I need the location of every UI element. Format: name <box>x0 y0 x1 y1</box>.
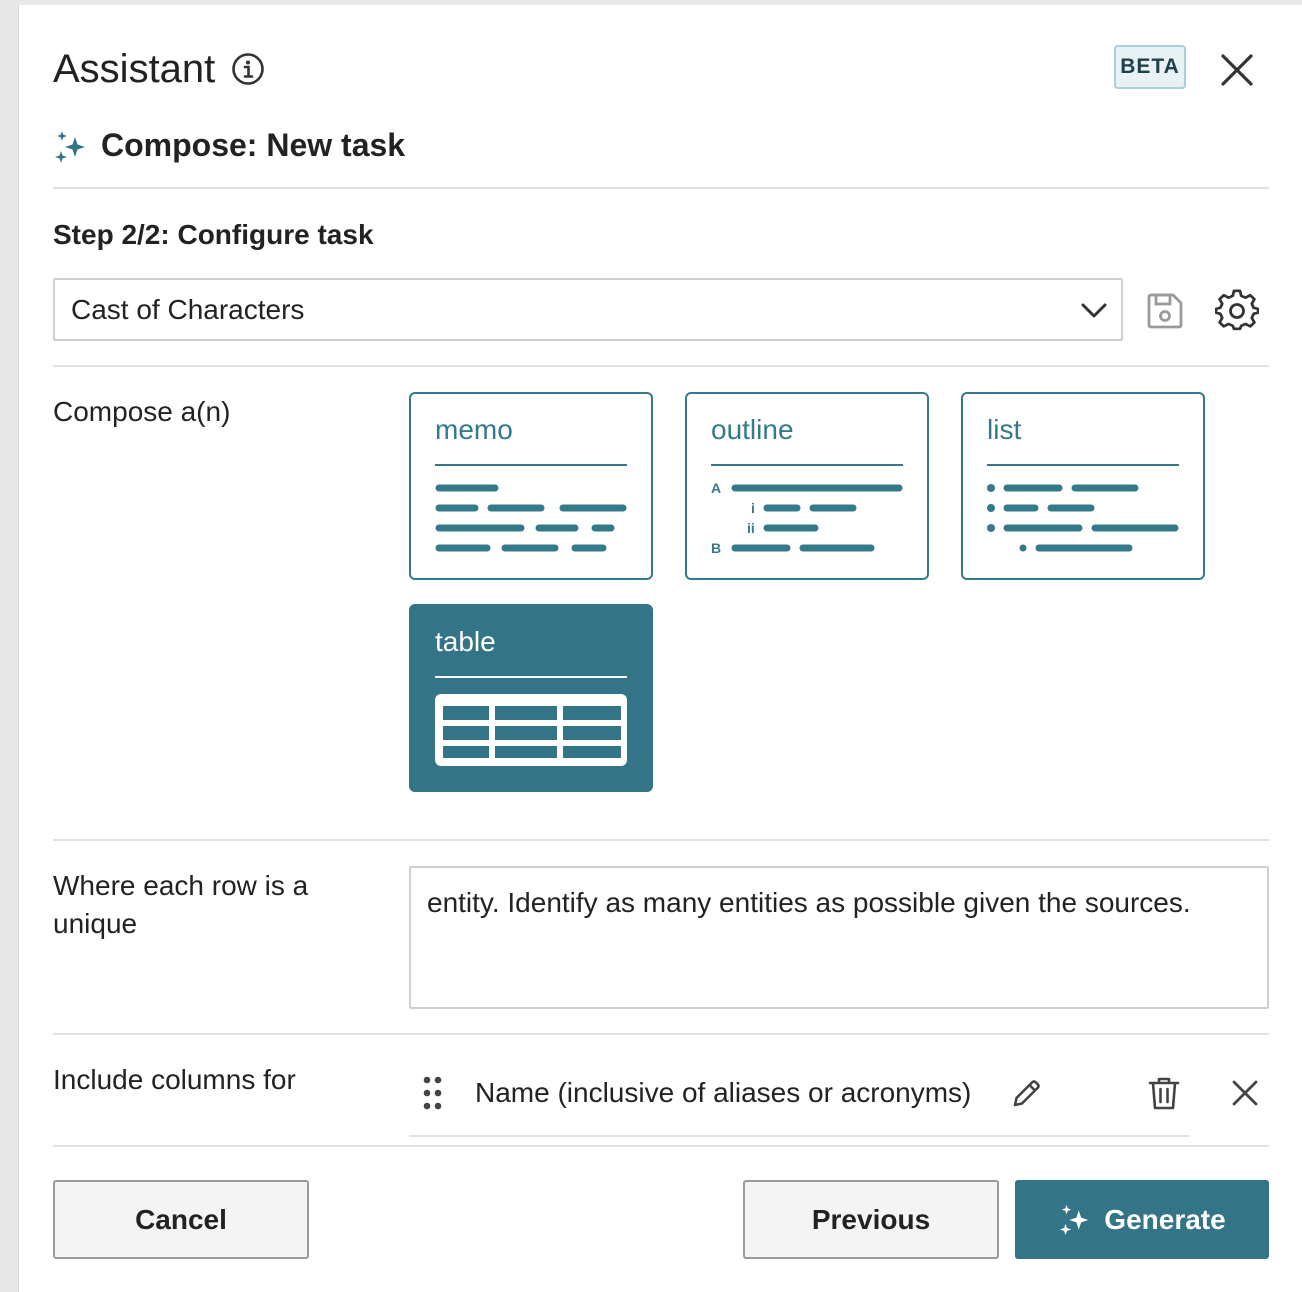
format-option-list[interactable]: list <box>961 392 1205 580</box>
generate-button[interactable]: Generate <box>1015 1180 1269 1259</box>
sparkle-icon <box>1060 1204 1089 1235</box>
card-underline <box>711 464 903 466</box>
chevron-down-icon[interactable] <box>1079 297 1109 323</box>
outline-preview-icon: A i ii B <box>711 480 903 556</box>
close-icon[interactable] <box>1217 50 1257 90</box>
divider <box>53 839 1269 841</box>
outline-marker: A <box>711 480 721 496</box>
compose-title: Compose: New task <box>101 127 406 163</box>
format-option-label: outline <box>711 414 794 445</box>
column-item-divider <box>409 1135 1189 1137</box>
columns-label: Include columns for <box>53 1064 296 1095</box>
format-label: Compose a(n) <box>53 396 231 427</box>
trash-icon[interactable] <box>1147 1075 1181 1111</box>
edit-pencil-icon[interactable] <box>1011 1077 1043 1109</box>
table-preview-icon <box>435 694 627 766</box>
row-definition-label: Where each row is a unique <box>53 870 309 939</box>
format-option-label: list <box>987 414 1022 445</box>
row-definition-textarea[interactable]: entity. Identify as many entities as pos… <box>409 866 1269 1009</box>
format-option-label: table <box>435 626 496 657</box>
card-underline <box>435 676 627 678</box>
memo-preview-icon <box>435 484 627 552</box>
format-option-memo[interactable]: memo <box>409 392 653 580</box>
divider <box>53 1145 1269 1147</box>
card-underline <box>435 464 627 466</box>
remove-column-icon[interactable] <box>1231 1079 1259 1107</box>
outline-marker: i <box>751 500 755 516</box>
outline-marker: B <box>711 540 721 556</box>
column-item: Name (inclusive of aliases or acronyms) <box>409 1061 1209 1135</box>
format-option-outline[interactable]: outline A i ii B <box>685 392 929 580</box>
generate-button-label: Generate <box>1104 1203 1226 1235</box>
cancel-button[interactable]: Cancel <box>53 1180 309 1259</box>
step-heading: Step 2/2: Configure task <box>53 219 374 250</box>
sparkle-icon <box>55 131 85 163</box>
outline-marker: ii <box>747 520 755 536</box>
format-option-label: memo <box>435 414 513 445</box>
divider <box>53 1033 1269 1035</box>
gear-icon[interactable] <box>1215 289 1259 333</box>
list-preview-icon <box>987 484 1179 552</box>
panel-title: Assistant <box>53 47 216 91</box>
previous-button[interactable]: Previous <box>743 1180 999 1259</box>
task-template-select[interactable]: Cast of Characters <box>53 278 1123 341</box>
task-template-value: Cast of Characters <box>71 294 305 325</box>
previous-button-label: Previous <box>811 1203 931 1235</box>
cancel-button-label: Cancel <box>135 1203 227 1235</box>
assistant-panel: Assistant BETA Compose: New task Step 2/… <box>18 5 1302 1292</box>
divider <box>53 365 1269 367</box>
save-icon[interactable] <box>1145 291 1185 331</box>
column-name: Name (inclusive of aliases or acronyms) <box>475 1077 972 1108</box>
divider <box>53 187 1269 189</box>
info-icon[interactable] <box>231 52 265 86</box>
card-underline <box>987 464 1179 466</box>
beta-badge: BETA <box>1114 45 1186 89</box>
drag-handle-icon[interactable] <box>423 1076 443 1110</box>
format-option-table[interactable]: table <box>409 604 653 792</box>
